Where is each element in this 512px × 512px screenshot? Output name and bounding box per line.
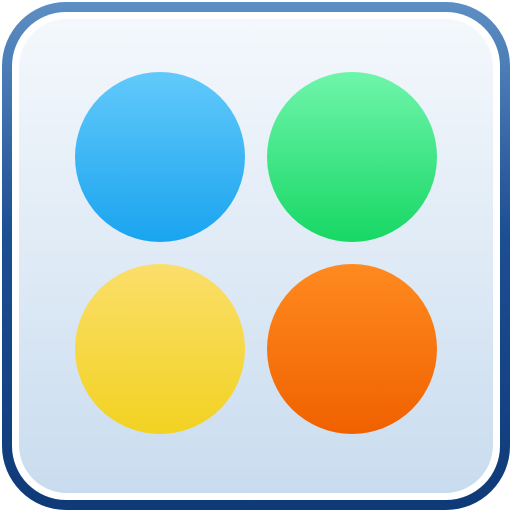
green-dot-icon bbox=[267, 72, 437, 242]
app-icon-plate bbox=[19, 19, 493, 493]
app-icon-border bbox=[12, 12, 500, 500]
orange-dot-icon bbox=[267, 264, 437, 434]
blue-dot-icon bbox=[75, 72, 245, 242]
yellow-dot-icon bbox=[75, 264, 245, 434]
app-icon[interactable] bbox=[2, 2, 510, 510]
